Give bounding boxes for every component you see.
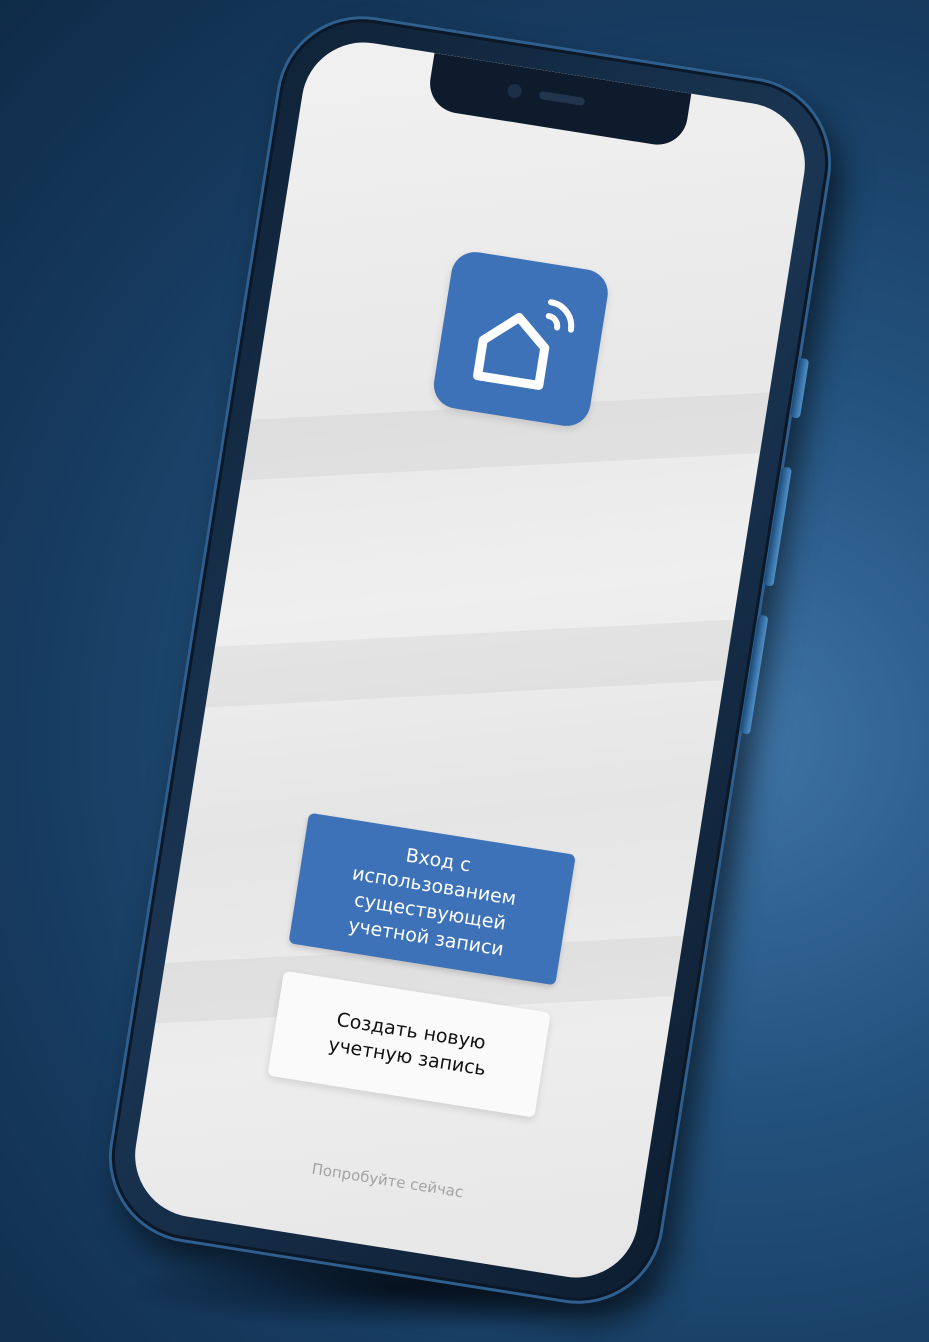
create-account-button[interactable]: Создать новую учетную запись [267,970,551,1118]
phone-device: Вход с использованием существующей учетн… [96,3,844,1317]
try-now-link[interactable]: Попробуйте сейчас [135,1132,640,1229]
login-existing-account-button[interactable]: Вход с использованием существующей учетн… [288,812,576,986]
smart-home-wifi-icon [473,299,575,390]
earpiece-speaker [538,90,586,107]
auth-buttons: Вход с использованием существующей учетн… [150,794,693,1136]
light-stripe [155,613,814,710]
app-logo [430,248,612,430]
app-screen: Вход с использованием существующей учетн… [126,33,814,1287]
front-camera [506,82,523,99]
